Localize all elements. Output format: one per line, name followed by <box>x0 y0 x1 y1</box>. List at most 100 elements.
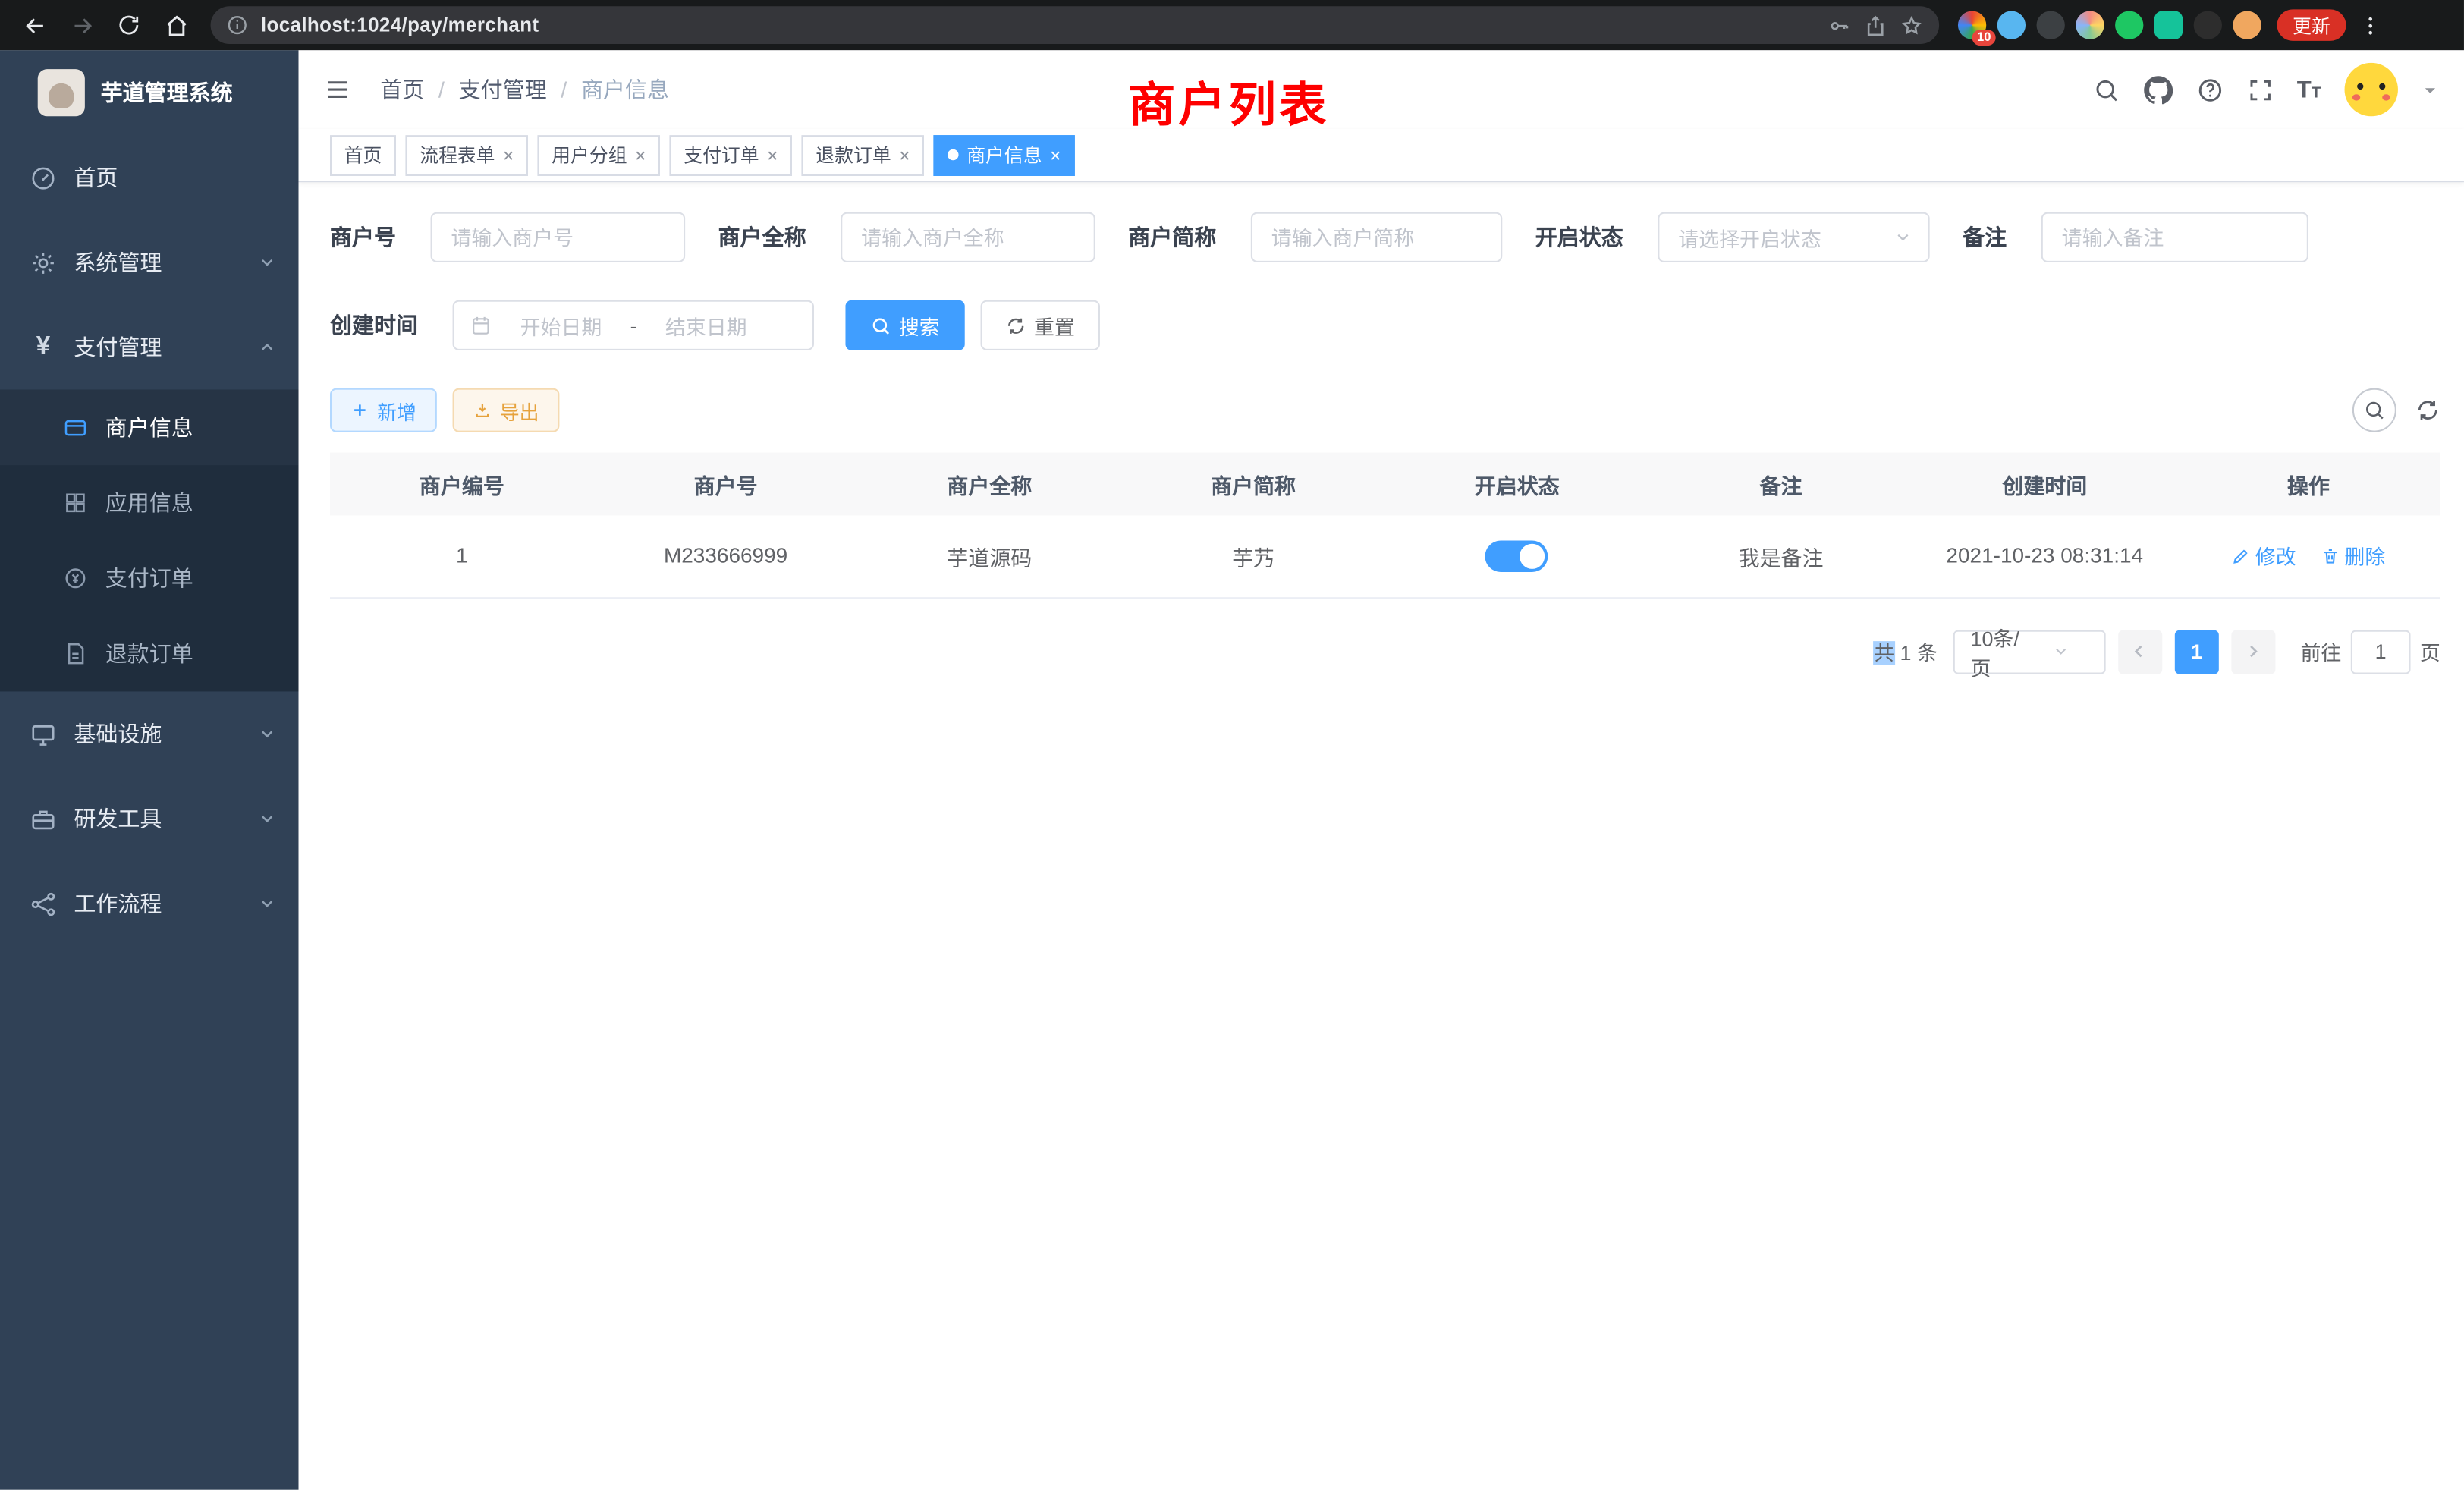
extension-icon[interactable] <box>2154 11 2183 39</box>
sidebar-item-pay-order[interactable]: 支付订单 <box>0 541 299 616</box>
merchant-short-name-input[interactable] <box>1251 212 1502 262</box>
grid-icon <box>63 490 88 515</box>
yen-icon: ¥ <box>30 333 56 361</box>
sidebar: 芋道管理系统 首页 系统管理 ¥ 支付管理 <box>0 50 299 1489</box>
github-icon[interactable] <box>2143 74 2173 104</box>
sidebar-item-workflow[interactable]: 工作流程 <box>0 861 299 946</box>
sidebar-item-dev-tools[interactable]: 研发工具 <box>0 776 299 861</box>
delete-link[interactable]: 删除 <box>2321 541 2385 571</box>
refund-doc-icon <box>63 641 88 666</box>
extension-icon[interactable] <box>2037 11 2065 39</box>
close-icon[interactable]: × <box>767 146 778 165</box>
search-icon[interactable] <box>2093 76 2120 102</box>
tag-process-form[interactable]: 流程表单 × <box>405 134 528 175</box>
tag-merchant-info[interactable]: 商户信息 × <box>934 134 1075 175</box>
edit-link-label: 修改 <box>2255 541 2296 571</box>
tag-label: 支付订单 <box>684 141 759 168</box>
logo-avatar <box>38 69 85 116</box>
sidebar-item-refund-order[interactable]: 退款订单 <box>0 616 299 691</box>
page-size-select[interactable]: 10条/页 <box>1953 630 2106 674</box>
sidebar-item-label: 系统管理 <box>74 247 162 278</box>
chevron-down-icon <box>258 894 277 913</box>
chevron-down-icon <box>1894 228 1912 247</box>
extension-icon[interactable] <box>2233 11 2261 39</box>
refresh-table-button[interactable] <box>2415 398 2440 423</box>
help-icon[interactable] <box>2196 76 2223 102</box>
column-header: 备注 <box>1649 453 1913 516</box>
column-header: 商户编号 <box>330 453 594 516</box>
page-number-button[interactable]: 1 <box>2175 630 2219 674</box>
next-page-button[interactable] <box>2231 630 2275 674</box>
extension-icon[interactable] <box>1997 11 2026 39</box>
breadcrumb-current: 商户信息 <box>581 74 669 105</box>
toggle-search-button[interactable] <box>2352 388 2396 432</box>
total-count: 共 1 条 <box>1874 637 1938 666</box>
add-button[interactable]: 新增 <box>330 388 437 432</box>
status-select[interactable]: 请选择开启状态 <box>1658 212 1929 262</box>
breadcrumb-payment[interactable]: 支付管理 <box>459 74 547 105</box>
export-button[interactable]: 导出 <box>453 388 560 432</box>
share-icon[interactable] <box>1864 14 1887 37</box>
fullscreen-icon[interactable] <box>2247 76 2274 102</box>
close-icon[interactable]: × <box>899 146 910 165</box>
sidebar-item-payment[interactable]: ¥ 支付管理 <box>0 305 299 390</box>
close-icon[interactable]: × <box>1050 146 1061 165</box>
user-avatar[interactable] <box>2345 63 2398 116</box>
sidebar-item-merchant-info[interactable]: 商户信息 <box>0 390 299 465</box>
close-icon[interactable]: × <box>503 146 514 165</box>
date-separator: - <box>630 313 637 337</box>
sidebar-item-label: 支付管理 <box>74 332 162 363</box>
cell-full-name: 芋道源码 <box>857 515 1121 597</box>
sidebar-item-label: 工作流程 <box>74 888 162 919</box>
browser-menu-icon[interactable] <box>2359 14 2382 37</box>
tag-home[interactable]: 首页 <box>330 134 396 175</box>
font-size-icon[interactable]: TT <box>2297 76 2321 102</box>
reset-button-label: 重置 <box>1034 310 1075 340</box>
sidebar-item-app-info[interactable]: 应用信息 <box>0 465 299 540</box>
create-time-range-picker[interactable]: 开始日期 - 结束日期 <box>453 300 814 350</box>
close-icon[interactable]: × <box>635 146 646 165</box>
site-info-icon[interactable] <box>226 14 248 36</box>
app-logo[interactable]: 芋道管理系统 <box>0 50 299 135</box>
cell-actions: 修改 删除 <box>2176 515 2440 597</box>
extension-icon[interactable]: 10 <box>1958 11 1986 39</box>
browser-back-icon[interactable] <box>13 3 57 47</box>
browser-update-button[interactable]: 更新 <box>2277 9 2346 40</box>
extension-icon[interactable] <box>2076 11 2104 39</box>
merchant-full-name-input[interactable] <box>841 212 1095 262</box>
hamburger-icon[interactable] <box>324 75 352 103</box>
goto-page-input[interactable] <box>2351 630 2411 674</box>
sidebar-item-home[interactable]: 首页 <box>0 135 299 220</box>
edit-link[interactable]: 修改 <box>2232 541 2296 571</box>
tag-user-group[interactable]: 用户分组 × <box>538 134 661 175</box>
reset-button[interactable]: 重置 <box>981 300 1100 350</box>
browser-reload-icon[interactable] <box>107 3 151 47</box>
sidebar-item-infrastructure[interactable]: 基础设施 <box>0 691 299 776</box>
browser-forward-icon[interactable] <box>60 3 104 47</box>
url-text[interactable]: localhost:1024/pay/merchant <box>261 14 1815 36</box>
avatar-caret-icon[interactable] <box>2422 81 2439 99</box>
browser-home-icon[interactable] <box>154 3 198 47</box>
breadcrumb-separator: / <box>438 77 445 102</box>
workflow-icon <box>30 890 56 916</box>
search-button[interactable]: 搜索 <box>845 300 964 350</box>
bookmark-star-icon[interactable] <box>1900 14 1923 37</box>
password-key-icon[interactable] <box>1828 14 1851 37</box>
filter-label-merchant-no: 商户号 <box>330 222 431 253</box>
status-toggle[interactable] <box>1485 540 1548 571</box>
search-button-label: 搜索 <box>899 310 940 340</box>
tag-refund-order[interactable]: 退款订单 × <box>802 134 925 175</box>
prev-page-button[interactable] <box>2118 630 2162 674</box>
breadcrumb-home[interactable]: 首页 <box>380 74 424 105</box>
sidebar-item-system[interactable]: 系统管理 <box>0 220 299 305</box>
tag-pay-order[interactable]: 支付订单 × <box>670 134 793 175</box>
chevron-down-icon <box>2031 643 2092 660</box>
remark-input[interactable] <box>2041 212 2308 262</box>
sidebar-item-label: 支付订单 <box>105 563 193 594</box>
sidebar-item-label: 基础设施 <box>74 718 162 750</box>
address-bar[interactable]: localhost:1024/pay/merchant <box>211 6 1940 44</box>
extension-icon[interactable] <box>2194 11 2222 39</box>
merchant-no-input[interactable] <box>431 212 686 262</box>
calendar-icon <box>470 314 492 336</box>
extension-icon[interactable] <box>2115 11 2143 39</box>
